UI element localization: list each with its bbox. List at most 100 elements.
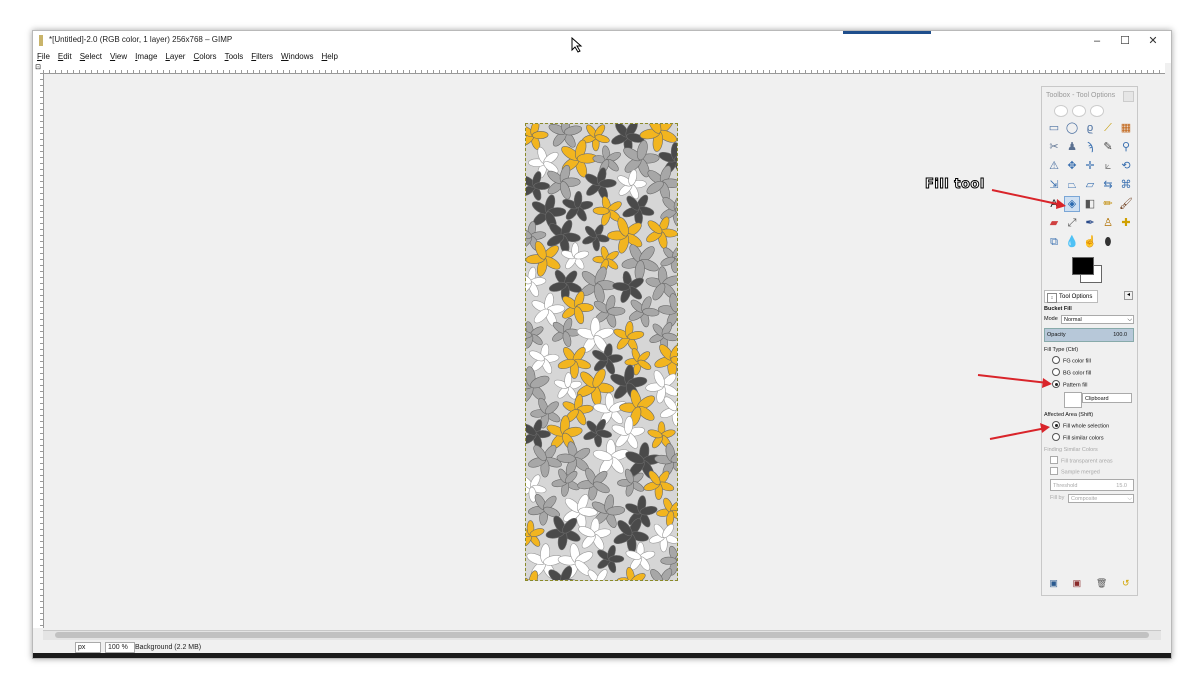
menu-tools[interactable]: Tools: [225, 51, 244, 63]
menu-filters[interactable]: Filters: [251, 51, 273, 63]
close-button[interactable]: ✕: [1139, 33, 1167, 49]
title-bar[interactable]: *[Untitled]-2.0 (RGB color, 1 layer) 256…: [33, 31, 1171, 51]
align-icon[interactable]: ✛: [1082, 158, 1098, 174]
tab-menu-button[interactable]: ◂: [1124, 291, 1133, 300]
airbrush-icon[interactable]: ⤢: [1064, 215, 1080, 231]
heal-icon[interactable]: ✚: [1118, 215, 1134, 231]
menu-select[interactable]: Select: [80, 51, 102, 63]
caption-buttons: – ☐ ✕: [1083, 33, 1167, 49]
dock-tab-dot[interactable]: [1072, 105, 1086, 117]
scale-icon[interactable]: ⇲: [1046, 177, 1062, 193]
threshold-slider[interactable]: Threshold 15.0: [1050, 479, 1134, 491]
eraser-icon[interactable]: ▰: [1046, 215, 1062, 231]
fill-transparent-option[interactable]: Fill transparent areas: [1050, 456, 1113, 465]
crop-icon[interactable]: ⟀: [1100, 158, 1116, 174]
text-icon[interactable]: A: [1046, 196, 1062, 212]
foreground-color-swatch[interactable]: [1072, 257, 1094, 275]
color-select-icon[interactable]: ▦: [1118, 120, 1134, 136]
sample-merged-option[interactable]: Sample merged: [1050, 467, 1100, 476]
dock-tab-dot[interactable]: [1054, 105, 1068, 117]
smudge-icon[interactable]: ☝: [1082, 234, 1098, 250]
perspective-clone-icon[interactable]: ⧉: [1046, 234, 1062, 250]
dodge-burn-icon[interactable]: ⬮: [1100, 234, 1116, 250]
fill-transparent-checkbox[interactable]: [1050, 456, 1058, 464]
rect-select-icon[interactable]: ▭: [1046, 120, 1062, 136]
chevron-down-icon: ⌵: [1127, 317, 1132, 323]
fill-bg-radio[interactable]: [1052, 368, 1060, 376]
tab-tool-options[interactable]: ↕ Tool Options: [1044, 290, 1098, 303]
sample-merged-checkbox[interactable]: [1050, 467, 1058, 475]
menu-file[interactable]: File: [37, 51, 50, 63]
scrollbar-thumb[interactable]: [55, 632, 1149, 638]
unit-selector[interactable]: px: [75, 642, 101, 653]
area-whole-option[interactable]: Fill whole selection: [1052, 421, 1110, 430]
area-similar-option[interactable]: Fill similar colors: [1052, 433, 1104, 442]
save-options-icon[interactable]: ▣: [1049, 578, 1058, 589]
rotate-icon[interactable]: ⟲: [1118, 158, 1134, 174]
menu-layer[interactable]: Layer: [165, 51, 185, 63]
measure-icon[interactable]: ⚠: [1046, 158, 1062, 174]
menu-edit[interactable]: Edit: [58, 51, 72, 63]
dock-close-button[interactable]: [1123, 91, 1134, 102]
reset-options-icon[interactable]: ↺: [1122, 578, 1130, 589]
color-picker-icon[interactable]: ✎: [1100, 139, 1116, 155]
dock-title: Toolbox - Tool Options: [1046, 92, 1116, 99]
mode-value: Normal: [1064, 317, 1082, 323]
fill-by-label: Fill by: [1050, 495, 1065, 501]
blur-icon[interactable]: 💧: [1064, 234, 1080, 250]
blend-icon[interactable]: ◧: [1082, 196, 1098, 212]
paintbrush-icon[interactable]: 🖌: [1118, 196, 1134, 212]
pencil-icon[interactable]: ✏: [1100, 196, 1116, 212]
bucket-fill-icon[interactable]: ◈: [1064, 196, 1080, 212]
fill-pattern-radio[interactable]: [1052, 380, 1060, 388]
image-canvas[interactable]: [525, 123, 678, 581]
fill-bg-option[interactable]: BG color fill: [1052, 368, 1091, 377]
fill-fg-radio[interactable]: [1052, 356, 1060, 364]
zoom-selector[interactable]: 100 %: [105, 642, 135, 653]
shear-icon[interactable]: ⏢: [1064, 177, 1080, 193]
vertical-ruler[interactable]: [33, 73, 44, 628]
horizontal-scrollbar[interactable]: [43, 630, 1161, 640]
delete-options-icon[interactable]: 🗑: [1096, 578, 1107, 589]
zoom-icon[interactable]: ⚲: [1118, 139, 1134, 155]
fill-pattern-option[interactable]: Pattern fill: [1052, 380, 1087, 389]
canvas-area[interactable]: [44, 74, 1166, 629]
menu-help[interactable]: Help: [322, 51, 338, 63]
area-whole-radio[interactable]: [1052, 421, 1060, 429]
ellipse-select-icon[interactable]: ◯: [1064, 120, 1080, 136]
horizontal-ruler[interactable]: [43, 63, 1165, 74]
free-select-icon[interactable]: ϱ: [1082, 120, 1098, 136]
layer-info: Background (2.2 MB): [135, 644, 202, 651]
menu-image[interactable]: Image: [135, 51, 157, 63]
finding-similar-label: Finding Similar Colors: [1044, 447, 1098, 453]
area-whole-label: Fill whole selection: [1063, 423, 1110, 430]
maximize-button[interactable]: ☐: [1111, 33, 1139, 49]
perspective-icon[interactable]: ⏥: [1082, 177, 1098, 193]
pattern-name-field: Clipboard: [1082, 393, 1132, 403]
ink-icon[interactable]: ✒: [1082, 215, 1098, 231]
fill-by-select[interactable]: Composite ⌵: [1068, 494, 1134, 503]
mode-select[interactable]: Normal ⌵: [1061, 315, 1134, 324]
dock-tab-dot[interactable]: [1090, 105, 1104, 117]
fill-fg-option[interactable]: FG color fill: [1052, 356, 1091, 365]
area-similar-radio[interactable]: [1052, 433, 1060, 441]
fuzzy-select-icon[interactable]: ⟋: [1100, 120, 1116, 136]
restore-options-icon[interactable]: ▣: [1073, 578, 1082, 589]
clone-icon[interactable]: ♙: [1100, 215, 1116, 231]
dock-tabs: [1046, 103, 1121, 117]
flip-icon[interactable]: ⇆: [1100, 177, 1116, 193]
move-icon[interactable]: ✥: [1064, 158, 1080, 174]
menu-colors[interactable]: Colors: [193, 51, 216, 63]
fg-bg-colors[interactable]: [1072, 257, 1106, 285]
minimize-button[interactable]: –: [1083, 33, 1111, 49]
cage-icon[interactable]: ⌘: [1118, 177, 1134, 193]
opacity-value: 100.0: [1113, 332, 1127, 338]
scissors-icon[interactable]: ✂: [1046, 139, 1062, 155]
pattern-preview-button[interactable]: [1064, 392, 1082, 408]
menu-windows[interactable]: Windows: [281, 51, 313, 63]
foreground-select-icon[interactable]: ♟: [1064, 139, 1080, 155]
opacity-slider[interactable]: Opacity 100.0: [1044, 328, 1134, 342]
tool-name: Bucket Fill: [1044, 306, 1072, 312]
menu-view[interactable]: View: [110, 51, 127, 63]
paths-icon[interactable]: ϡ: [1082, 139, 1098, 155]
